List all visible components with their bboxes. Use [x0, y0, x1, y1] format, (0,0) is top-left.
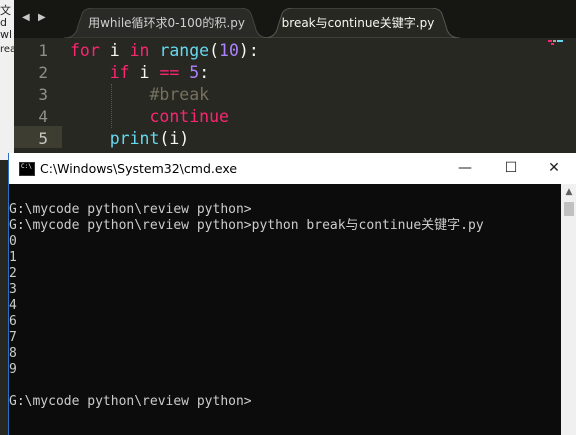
strip-text: wl	[0, 28, 13, 41]
console-line: 1	[9, 250, 17, 265]
code-line-1: for i in range(10):	[70, 41, 259, 60]
back-arrow-icon[interactable]: ◀	[22, 12, 30, 23]
line-number: 1	[38, 41, 48, 60]
cmd-icon: C:\	[19, 162, 35, 176]
console-line: G:\mycode python\review python>	[9, 202, 252, 217]
line-number-gutter: 1 2 3 4 5	[14, 38, 62, 160]
console-line: 3	[9, 282, 17, 297]
scroll-up-arrow-icon[interactable]: ▲	[561, 184, 576, 200]
background-window-strip: 文 d wl rea	[0, 0, 14, 160]
console-line: G:\mycode python\review python>	[9, 394, 252, 409]
code-line-2: if i == 5:	[109, 63, 210, 82]
console-line: 9	[9, 362, 17, 377]
strip-text: rea	[0, 44, 14, 55]
scrollbar-thumb[interactable]	[564, 202, 574, 216]
console-line: 6	[9, 314, 17, 329]
tab-label: 用while循环求0-100的积.py	[88, 16, 245, 30]
console-line: 0	[9, 234, 17, 249]
minimize-button[interactable]: —	[442, 153, 488, 184]
cmd-title-bar[interactable]: C:\ C:\Windows\System32\cmd.exe — ☐ ✕	[9, 153, 576, 184]
console-line: G:\mycode python\review python>python br…	[9, 218, 484, 233]
close-button[interactable]: ✕	[531, 153, 576, 184]
maximize-button[interactable]: ☐	[488, 153, 534, 184]
minimap[interactable]	[548, 40, 566, 46]
window-title: C:\Windows\System32\cmd.exe	[40, 161, 238, 176]
console-line: 4	[9, 298, 17, 313]
line-number: 4	[38, 107, 48, 126]
tab-label: break与continue关键字.py	[281, 16, 435, 30]
tab-while-loop-file[interactable]: 用while循环求0-100的积.py	[64, 8, 269, 38]
line-number: 3	[38, 85, 48, 104]
code-line-3: #break	[149, 85, 210, 104]
line-number: 2	[38, 63, 48, 82]
line-number: 5	[38, 129, 48, 148]
console-output[interactable]: G:\mycode python\review python> G:\mycod…	[9, 184, 561, 435]
code-editor: ◀ ▶ 用while循环求0-100的积.py break与continue关键…	[14, 0, 576, 160]
console-line: 7	[9, 330, 17, 345]
vertical-scrollbar[interactable]: ▲	[561, 184, 576, 435]
code-line-5: print(i)	[109, 129, 190, 148]
cmd-window: C:\ C:\Windows\System32\cmd.exe — ☐ ✕ G:…	[8, 153, 576, 435]
code-line-4: continue	[149, 107, 229, 126]
tab-bar: ◀ ▶ 用while循环求0-100的积.py break与continue关键…	[14, 0, 576, 38]
console-line: 8	[9, 346, 17, 361]
tab-break-continue-file[interactable]: break与continue关键字.py	[264, 8, 460, 38]
console-line: 2	[9, 266, 17, 281]
forward-arrow-icon[interactable]: ▶	[38, 12, 46, 23]
